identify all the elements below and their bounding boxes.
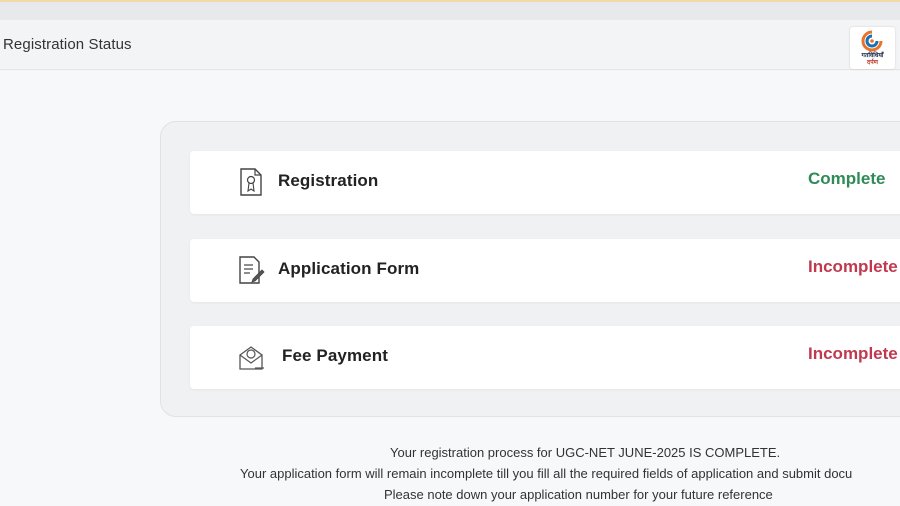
header-bar: Registration Status गतविधियाँ दर्पण bbox=[0, 20, 900, 70]
row-label-fee-payment: Fee Payment bbox=[282, 346, 388, 365]
status-badge-fee-payment: Incomplete bbox=[808, 344, 898, 363]
channel-logo: गतविधियाँ दर्पण bbox=[850, 27, 895, 69]
message-registration-complete: Your registration process for UGC-NET JU… bbox=[390, 445, 781, 460]
doordarshan-logo-icon bbox=[861, 30, 883, 52]
page-title: Registration Status bbox=[3, 36, 132, 53]
form-edit-icon bbox=[239, 256, 265, 284]
row-label-application-form: Application Form bbox=[278, 259, 420, 278]
row-label-registration: Registration bbox=[278, 171, 379, 190]
logo-text-line2: दर्पण bbox=[867, 60, 878, 66]
status-row-application-form: Application Form Incomplete bbox=[190, 239, 900, 302]
message-note-application-number: Please note down your application number… bbox=[384, 487, 773, 502]
certificate-document-icon bbox=[240, 168, 262, 196]
message-application-incomplete: Your application form will remain incomp… bbox=[240, 466, 853, 481]
status-badge-registration: Complete bbox=[808, 169, 886, 188]
status-row-fee-payment: Fee Payment Incomplete bbox=[190, 326, 900, 389]
status-row-registration: Registration Complete bbox=[190, 151, 900, 214]
status-badge-application-form: Incomplete bbox=[808, 257, 898, 276]
logo-text-line1: गतविधियाँ bbox=[861, 53, 884, 59]
top-strip bbox=[0, 0, 900, 20]
payment-envelope-icon bbox=[239, 346, 264, 370]
